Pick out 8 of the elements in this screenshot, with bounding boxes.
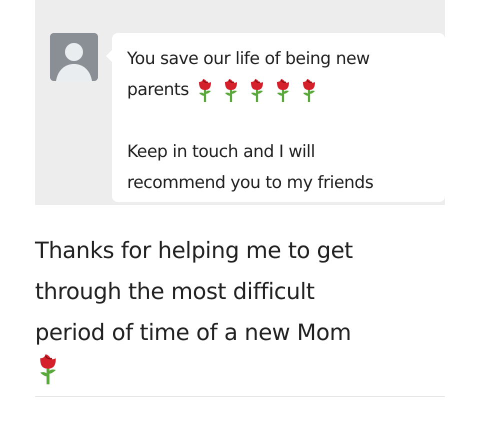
review-text: period of time of a new Mom — [35, 319, 352, 348]
avatar-silhouette — [50, 33, 98, 81]
review-text: Thanks for helping me to get — [35, 237, 353, 266]
message-text: You save our life of being new — [127, 48, 370, 71]
message-text: recommend you to my friends — [127, 172, 374, 195]
review-text: through the most difficult — [35, 278, 315, 307]
message-text: Keep in touch and I will — [127, 141, 315, 164]
message-text: parents — [127, 79, 189, 102]
